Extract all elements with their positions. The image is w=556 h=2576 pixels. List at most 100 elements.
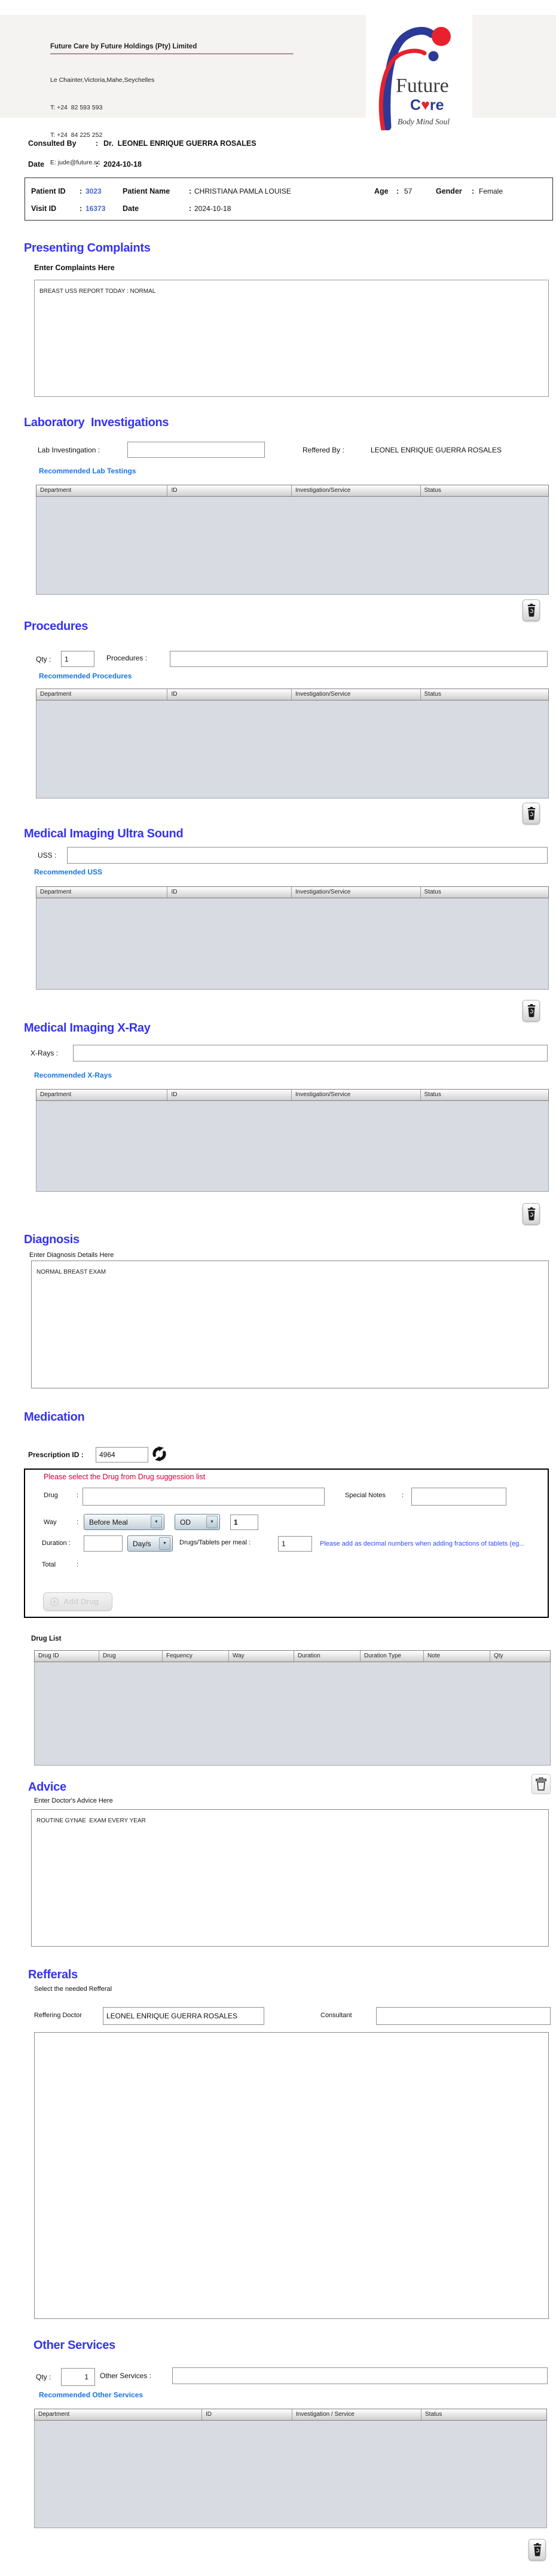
diagnosis-textarea[interactable]: NORMAL BREAST EXAM [31,1261,549,1388]
age-value: 57 [404,187,412,195]
fraction-note: Please add as decimal numbers when addin… [320,1540,547,1547]
trash-outline-icon [535,1777,547,1791]
trash-icon [532,2543,543,2557]
prescription-id-input[interactable] [96,1447,148,1463]
uss-input[interactable] [67,847,548,864]
way-colon: : [77,1519,78,1526]
patient-name-label: Patient Name [123,187,170,195]
recommended-other-link[interactable]: Recommended Other Services [39,2391,143,2399]
uss-heading: Medical Imaging Ultra Sound [24,827,183,841]
chevron-down-icon [159,1537,170,1550]
column-header: Investigation/Service [292,485,421,496]
svg-text:C♥re: C♥re [410,97,444,114]
way-select[interactable]: Before Meal [84,1514,164,1530]
frequency-selected-value: OD [180,1518,191,1526]
xray-table: Department ID Investigation/Service Stat… [36,1089,549,1192]
column-header: Drug ID [35,1651,99,1662]
column-header: ID [202,2409,292,2420]
procedures-delete-button[interactable] [523,803,540,824]
visit-id-label: Visit ID [31,204,56,213]
xray-table-body [36,1101,549,1192]
column-header: Investigation/Service [292,887,421,898]
other-services-heading: Other Services [33,2339,115,2352]
total-label: Total [42,1561,56,1568]
drug-colon: : [77,1492,78,1499]
per-meal-label: Drugs/Tablets per meal : [179,1539,250,1546]
column-header: Status [421,887,549,898]
uss-table: Department ID Investigation/Service Stat… [36,886,549,990]
procedures-heading: Procedures [24,620,88,634]
patient-date-colon: : [189,204,191,213]
other-services-table: Department ID Investigation / Service St… [34,2409,547,2528]
logo-red-dot [432,27,451,46]
reffering-doctor-input[interactable] [103,2007,264,2025]
phone-line-1: T: +24 82 593 593 [50,103,154,112]
special-notes-label: Special Notes [345,1492,386,1499]
drug-selection-warning: Please select the Drug from Drug suggess… [44,1473,205,1481]
duration-unit-select[interactable]: Day/s [127,1535,173,1552]
lab-reffered-label: Reffered By : [303,446,344,454]
column-header: Department [36,887,167,898]
refresh-icon[interactable] [151,1445,168,1463]
diagnosis-heading: Diagnosis [24,1233,80,1247]
other-delete-button[interactable] [528,2539,546,2560]
duration-input[interactable] [84,1535,123,1552]
drug-list-label: Drug List [31,1635,61,1642]
total-colon: : [77,1561,78,1568]
patient-id-colon: : [80,187,82,195]
visit-date-value: 2024-10-18 [103,160,142,169]
complaints-textarea[interactable]: BREAST USS REPORT TODAY : NORMAL [34,280,549,397]
lab-reffered-value: LEONEL ENRIQUE GUERRA ROSALES [371,446,502,454]
patient-name-value: CHRISTIANA PAMLA LOUISE [194,187,291,195]
column-header: ID [167,485,292,496]
lab-investigation-input[interactable] [127,442,265,458]
xray-delete-button[interactable] [523,1203,540,1225]
way-qty-input[interactable] [230,1515,258,1530]
add-drug-button[interactable]: Add Drug [43,1592,112,1611]
other-qty-input[interactable] [61,2368,95,2386]
recommended-procedures-link[interactable]: Recommended Procedures [39,672,132,680]
plus-circle-icon [50,1597,59,1607]
column-header: Qty [490,1651,550,1662]
advice-textarea[interactable]: ROUTINE GYNAE EXAM EVERY YEAR [31,1809,549,1947]
recommended-uss-link[interactable]: Recommended USS [34,868,102,876]
lab-table: Department ID Investigation/Service Stat… [36,485,549,595]
special-notes-colon: : [402,1492,404,1499]
recommended-lab-link[interactable]: Recommended Lab Testings [39,467,136,475]
patient-date-label: Date [123,204,139,213]
consultant-input[interactable] [376,2007,551,2025]
drug-list-table: Drug ID Drug Fequency Way Duration Durat… [34,1650,551,1766]
prescription-id-label: Prescription ID : [28,1451,84,1459]
patient-id-value: 3023 [85,187,102,195]
uss-delete-button[interactable] [523,1000,540,1021]
recommended-xray-link[interactable]: Recommended X-Rays [34,1071,112,1079]
procedures-table-body [36,700,549,799]
drug-input[interactable] [83,1488,325,1506]
procedures-input[interactable] [170,651,548,667]
consultation-page: Future Care by Future Holdings (Pty) Lim… [0,0,556,2576]
uss-table-header: Department ID Investigation/Service Stat… [36,886,549,898]
drug-list-table-body [34,1662,551,1766]
logo-word-future: Future [396,75,449,97]
chevron-down-icon [151,1516,162,1528]
special-notes-input[interactable] [411,1488,506,1506]
consulted-by-label: Consulted By [28,139,77,148]
xray-input[interactable] [73,1045,548,1061]
lab-delete-button[interactable] [523,599,540,621]
xray-table-header: Department ID Investigation/Service Stat… [36,1089,549,1101]
frequency-select[interactable]: OD [175,1514,220,1530]
advice-delete-button[interactable] [531,1774,551,1794]
trash-icon [526,1004,537,1018]
column-header: Fequency [163,1651,229,1662]
column-header: Investigation / Service [292,2409,421,2420]
other-services-input[interactable] [172,2367,548,2384]
lab-field-label: Lab Investingation : [38,446,100,454]
procedures-table-header: Department ID Investigation/Service Stat… [36,689,549,700]
procedures-qty-input[interactable] [61,651,94,667]
trash-icon [526,603,537,617]
patient-date-value: 2024-10-18 [194,204,231,213]
per-meal-input[interactable] [278,1536,312,1552]
trash-icon [526,806,537,821]
lab-table-header: Department ID Investigation/Service Stat… [36,485,549,497]
uss-field-label: USS : [38,851,56,859]
